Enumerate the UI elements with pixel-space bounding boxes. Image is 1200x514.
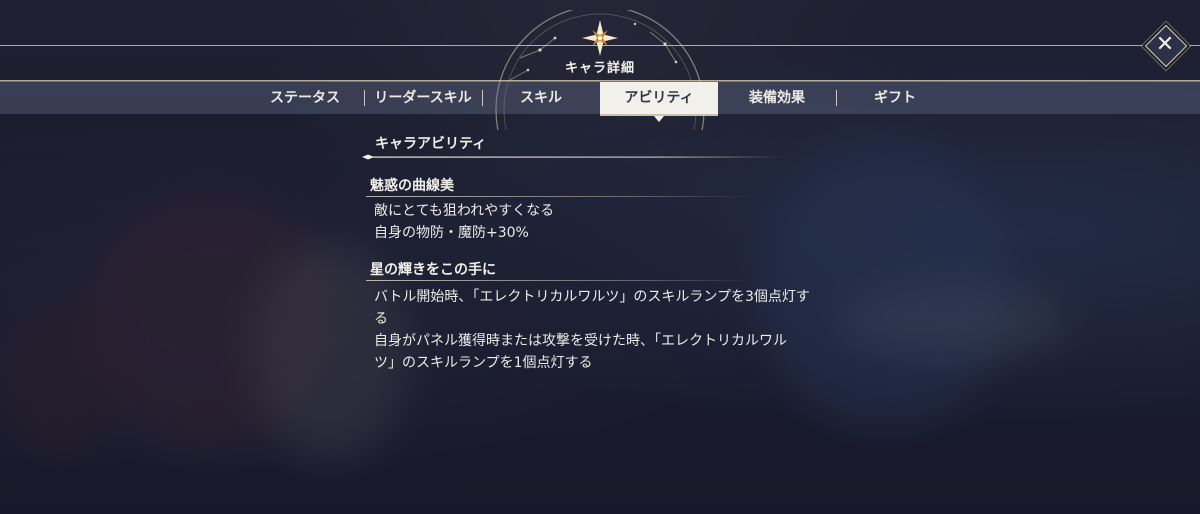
ability-divider bbox=[366, 196, 754, 197]
tab-gift[interactable]: ギフト bbox=[846, 82, 944, 114]
close-button[interactable]: ✕ bbox=[1144, 24, 1188, 68]
tab-divider bbox=[482, 90, 483, 106]
tab-skill[interactable]: スキル bbox=[492, 82, 590, 114]
section-divider bbox=[362, 154, 782, 160]
tab-status[interactable]: ステータス bbox=[255, 82, 355, 114]
ability-divider bbox=[366, 280, 754, 281]
ability-description: バトル開始時、「エレクトリカルワルツ」のスキルランプを3個点灯す る 自身がパネ… bbox=[374, 286, 864, 374]
ability-name: 星の輝きをこの手に bbox=[370, 262, 496, 278]
ability-description: 敵にとても狙われやすくなる 自身の物防・魔防+30% bbox=[374, 200, 864, 244]
tab-bar: ステータス リーダースキル スキル アビリティ 装備効果 ギフト bbox=[0, 81, 1200, 122]
tab-ability[interactable]: アビリティ bbox=[600, 82, 718, 122]
ability-description-line: 自身がパネル獲得時または攻撃を受けた時、「エレクトリカルワル bbox=[374, 333, 787, 349]
close-icon: ✕ bbox=[1155, 32, 1175, 57]
active-tab-indicator bbox=[654, 116, 664, 122]
ability-description-line: る bbox=[374, 311, 388, 327]
tab-divider bbox=[836, 90, 837, 106]
ability-description-line: バトル開始時、「エレクトリカルワルツ」のスキルランプを3個点灯す bbox=[374, 289, 810, 305]
ability-name: 魅惑の曲線美 bbox=[370, 178, 454, 194]
ability-description-line: 自身の物防・魔防+30% bbox=[374, 225, 529, 241]
tab-equipment-effect[interactable]: 装備効果 bbox=[728, 82, 826, 114]
ability-description-line: ツ」のスキルランプを1個点灯する bbox=[374, 355, 593, 371]
tab-divider bbox=[364, 90, 365, 106]
page-title: キャラ詳細 bbox=[564, 61, 635, 76]
tab-ability-label: アビリティ bbox=[624, 90, 694, 106]
section-title: キャラアビリティ bbox=[375, 136, 487, 152]
tab-leader-skill[interactable]: リーダースキル bbox=[366, 82, 480, 114]
ability-description-line: 敵にとても狙われやすくなる bbox=[374, 203, 555, 219]
